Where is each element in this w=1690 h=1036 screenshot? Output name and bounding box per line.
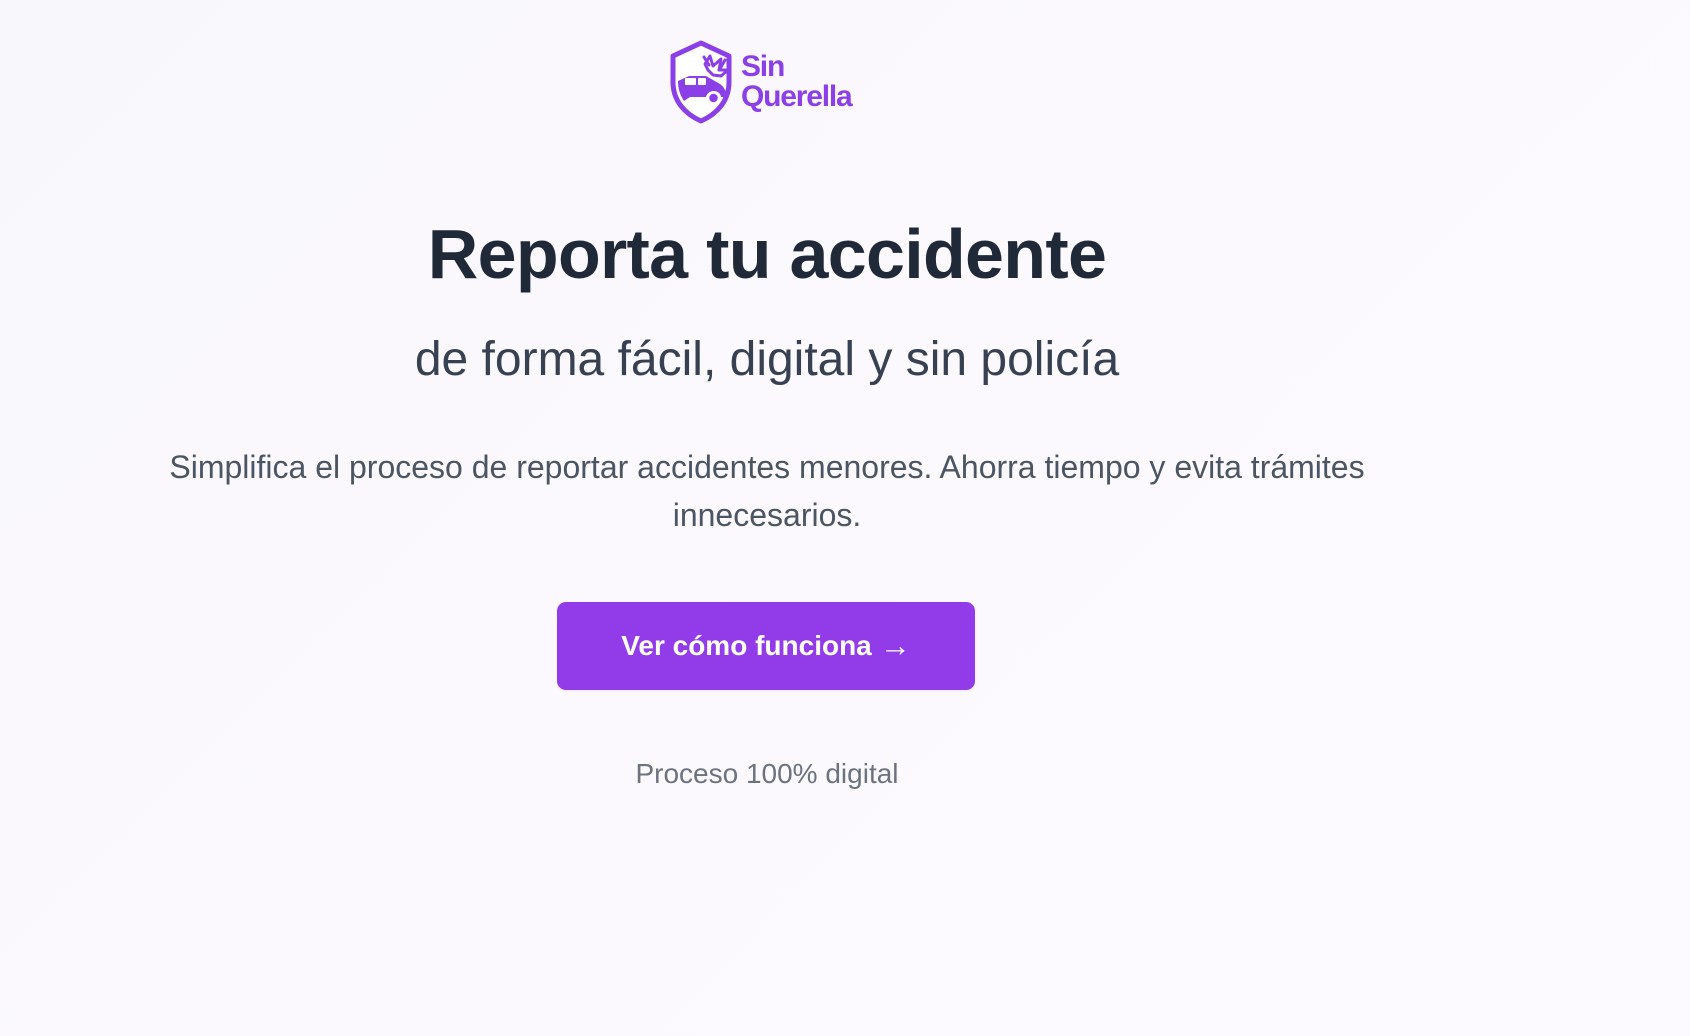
arrow-right-icon: → xyxy=(879,628,911,663)
digital-process-note: Proceso 100% digital xyxy=(635,758,899,789)
sin-querella-logo[interactable]: Sin Querella xyxy=(666,40,853,124)
see-how-it-works-label: Ver cómo funciona xyxy=(621,630,872,661)
hero-subtitle: de forma fácil, digital y sin policía xyxy=(414,333,1120,386)
landing-page: Sin Querella Reporta tu accidente de for… xyxy=(0,0,1534,1036)
hero-description: Simplifica el proceso de reportar accide… xyxy=(169,449,1365,533)
shield-car-accident-icon xyxy=(670,40,732,124)
see-how-it-works-button[interactable]: Ver cómo funciona → xyxy=(557,602,975,690)
brand-name-line-2: Querella xyxy=(741,80,853,113)
brand-name-line-1: Sin xyxy=(741,50,785,83)
brand-wordmark: Sin Querella xyxy=(741,50,853,113)
hero-title: Reporta tu accidente xyxy=(427,215,1107,293)
